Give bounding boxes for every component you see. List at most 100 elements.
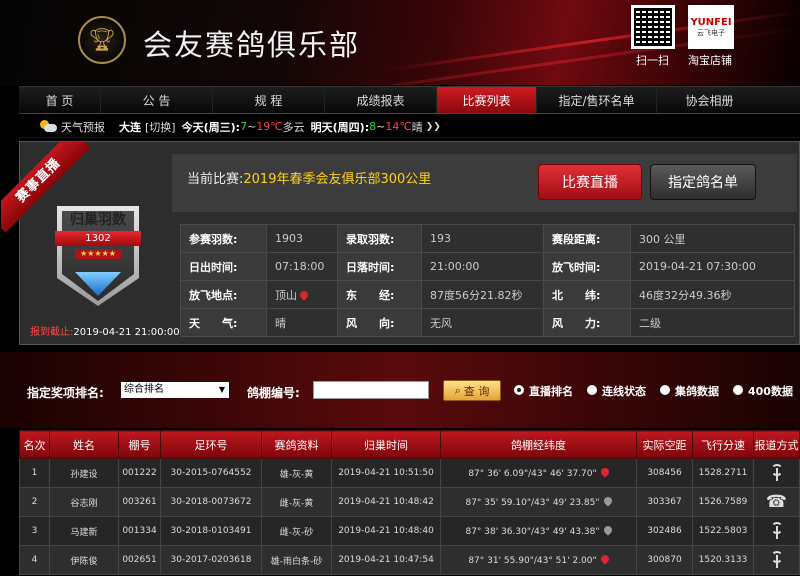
col-header[interactable]: 飞行分速 — [692, 430, 754, 459]
info-value: 无风 — [421, 308, 544, 337]
rank-cell: 2 — [19, 487, 50, 517]
weather-city: 大连 — [119, 120, 141, 134]
report-cell — [753, 458, 800, 488]
info-value: 87度56分21.82秒 — [421, 280, 544, 309]
nav-item-notice[interactable]: 公 告 — [101, 87, 213, 113]
info-cell: 雄-雨白条-砂 — [261, 545, 332, 575]
info-key: 放飞地点: — [180, 280, 267, 309]
race-name: 2019年春季会友俱乐部300公里 — [243, 172, 432, 187]
weather-today-label: 今天(周三): — [181, 120, 241, 134]
weather-tomorrow-label: 明天(周四): — [310, 120, 370, 134]
info-value: 07:18:00 — [266, 252, 338, 281]
speed-cell: 1520.3133 — [692, 545, 754, 575]
deadline-label: 报到截止: — [30, 327, 74, 338]
shop-logo[interactable]: YUNFEI 云飞电子 — [688, 5, 734, 49]
info-key: 风 力: — [543, 308, 631, 337]
weather-today-low: 7 — [240, 120, 248, 133]
live-panel: 赛事直播 归巢羽数 1302 ★★★★★ 报到截止:2019-04-21 21:… — [1, 141, 800, 345]
deadline: 报到截止:2019-04-21 21:00:00 — [30, 323, 180, 338]
info-key: 北 纬: — [543, 280, 631, 309]
col-header[interactable]: 棚号 — [118, 430, 161, 459]
time-cell: 2019-04-21 10:48:42 — [331, 487, 441, 517]
info-key: 放飞时间: — [543, 252, 631, 281]
info-value: 193 — [421, 224, 544, 253]
time-cell: 2019-04-21 10:48:40 — [331, 516, 441, 546]
radio-400[interactable] — [733, 385, 743, 395]
info-value: 晴 — [266, 308, 338, 337]
coord-cell: 87° 31' 55.90"/43° 51' 2.00" — [440, 545, 637, 575]
speed-cell: 1522.5803 — [692, 516, 754, 546]
col-header[interactable]: 足环号 — [160, 430, 262, 459]
info-value-release-site: 顶山 — [266, 280, 338, 309]
nav-item-results[interactable]: 成绩报表 — [325, 87, 437, 113]
nav-item-designated[interactable]: 指定/售环名单 — [537, 87, 657, 113]
info-key: 日出时间: — [180, 252, 267, 281]
award-label: 指定奖项排名: — [27, 386, 104, 400]
radio-connection[interactable] — [587, 385, 597, 395]
weather-bar: 天气预报 大连 [切换] 今天(周三): 7 ~19℃ 多云 明天(周四): 8 ~… — [19, 116, 800, 138]
time-cell: 2019-04-21 10:47:54 — [331, 545, 441, 575]
live-broadcast-button[interactable]: 比赛直播 — [538, 164, 642, 200]
ring-cell: 30-2018-0103491 — [160, 516, 262, 546]
table-row[interactable]: 1 孙建设 001222 30-2015-0764552 雄-灰-黄 2019-04-21… — [19, 458, 800, 488]
col-header[interactable]: 报道方式 — [753, 430, 800, 459]
nav-item-album[interactable]: 协会相册 — [657, 87, 762, 113]
ring-cell: 30-2015-0764552 — [160, 458, 262, 488]
loft-cell: 001222 — [118, 458, 161, 488]
badge-title: 归巢羽数 — [70, 212, 126, 228]
dist-cell: 300870 — [636, 545, 693, 575]
col-header[interactable]: 实际空距 — [636, 430, 693, 459]
designated-list-button[interactable]: 指定鸽名单 — [650, 164, 756, 200]
name-cell: 伊陈俊 — [49, 545, 119, 575]
table-row[interactable]: 4 伊陈俊 002651 30-2017-0203618 雄-雨白条-砂 2019-04-… — [19, 545, 800, 575]
table-row[interactable]: 2 谷志刚 003261 30-2018-0073672 雌-灰-黄 2019-04-21… — [19, 487, 800, 517]
shop-link[interactable]: 淘宝店铺 — [688, 52, 732, 68]
map-marker-icon[interactable] — [601, 523, 614, 536]
info-key: 赛段距离: — [543, 224, 631, 253]
badge-count: 1302 — [55, 231, 141, 246]
badge-stars: ★★★★★ — [75, 249, 121, 259]
col-header[interactable]: 赛鸽资料 — [261, 430, 332, 459]
weather-label: 天气预报 — [61, 120, 105, 134]
weather-tomorrow-cond: 晴 — [411, 120, 423, 134]
col-header[interactable]: 归巢时间 — [331, 430, 441, 459]
map-marker-icon[interactable] — [598, 552, 611, 565]
query-button[interactable]: ⌕ 查 询 — [443, 380, 501, 401]
table-row[interactable]: 3 马建新 001334 30-2018-0103491 雌-灰-砂 2019-04-21… — [19, 516, 800, 546]
race-header: 当前比赛:2019年春季会友俱乐部300公里 比赛直播 指定鸽名单 — [172, 154, 797, 212]
qr-label: 扫一扫 — [636, 54, 669, 67]
rank-cell: 4 — [19, 545, 50, 575]
radio-live-rank[interactable] — [514, 385, 524, 395]
map-marker-icon[interactable] — [598, 465, 611, 478]
col-header[interactable]: 鸽棚经纬度 — [440, 430, 637, 459]
search-icon: ⌕ — [454, 383, 461, 397]
nav-item-race-list[interactable]: 比赛列表 — [437, 87, 537, 113]
award-select[interactable]: 综合排名 ▼ — [121, 382, 229, 398]
info-value: 二级 — [630, 308, 795, 337]
speed-cell: 1526.7589 — [692, 487, 754, 517]
loft-number-input[interactable] — [313, 381, 429, 399]
speed-cell: 1528.2711 — [692, 458, 754, 488]
nav-item-rules[interactable]: 规 程 — [213, 87, 325, 113]
site-header: 🏆︎ 会友赛鸽俱乐部 扫一扫 YUNFEI 云飞电子 淘宝店铺 — [0, 0, 800, 85]
club-logo[interactable]: 🏆︎ — [78, 16, 126, 64]
shop-brand-sub: 云飞电子 — [697, 28, 725, 37]
map-marker-icon[interactable] — [601, 494, 614, 507]
signal-tower-icon — [769, 550, 785, 568]
map-pin-icon[interactable] — [298, 288, 310, 301]
radio-label: 连线状态 — [602, 385, 646, 398]
chevron-down-icon: ▼ — [218, 385, 225, 394]
weather-switch-link[interactable]: [切换] — [145, 119, 176, 135]
info-cell: 雌-灰-黄 — [261, 487, 332, 517]
site-title: 会友赛鸽俱乐部 — [143, 28, 361, 62]
coord-text: 87° 36' 6.09"/43° 46' 37.70" — [468, 468, 597, 479]
info-cell: 雌-灰-砂 — [261, 516, 332, 546]
col-header[interactable]: 姓名 — [49, 430, 119, 459]
report-cell — [753, 545, 800, 575]
nav-item-home[interactable]: 首 页 — [19, 87, 101, 113]
info-key: 参赛羽数: — [180, 224, 267, 253]
radio-collect[interactable] — [660, 385, 670, 395]
radio-label: 400数据 — [748, 385, 793, 398]
rank-cell: 1 — [19, 458, 50, 488]
col-header[interactable]: 名次 — [19, 430, 50, 459]
